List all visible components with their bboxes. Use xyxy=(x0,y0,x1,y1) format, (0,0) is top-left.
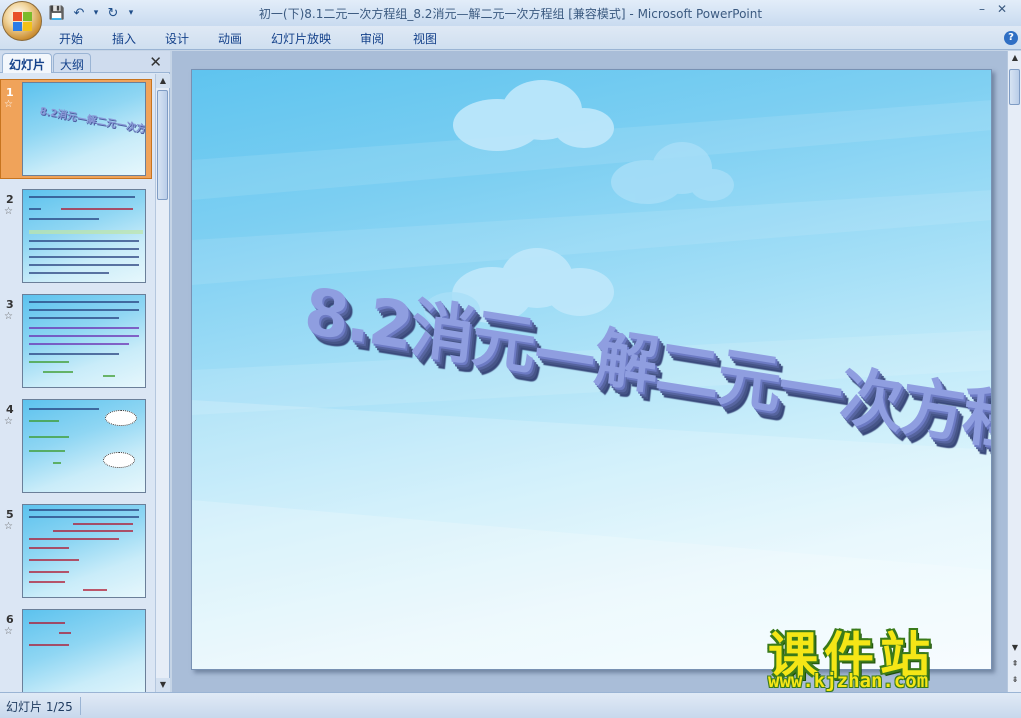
slide-thumbnail-6[interactable]: 6 ☆ xyxy=(0,609,154,692)
editor-scrollbar[interactable]: ▲ ▼ ⇞ ⇟ xyxy=(1007,51,1021,692)
slide-thumbnail-3[interactable]: 3 ☆ xyxy=(0,294,154,390)
slide-canvas[interactable]: 8.2消元—解二元一次方程组 xyxy=(191,69,992,670)
scroll-up-icon[interactable]: ▲ xyxy=(156,74,170,88)
slide-thumbnail-1[interactable]: 1 ☆ 8.2消元—解二元一次方程组 xyxy=(0,79,154,182)
slide-number: 2 xyxy=(6,193,14,206)
office-button[interactable] xyxy=(2,1,42,41)
slide-number: 5 xyxy=(6,508,14,521)
tab-insert[interactable]: 插入 xyxy=(112,30,136,47)
scroll-down-icon[interactable]: ▼ xyxy=(156,678,170,692)
office-logo-icon xyxy=(13,12,33,32)
animation-star-icon: ☆ xyxy=(4,626,13,637)
scroll-thumb[interactable] xyxy=(157,90,168,200)
close-button[interactable]: ✕ xyxy=(997,2,1007,16)
tab-home[interactable]: 开始 xyxy=(59,30,83,47)
thumbnail-list: 1 ☆ 8.2消元—解二元一次方程组 2 ☆ 3 ☆ 4 ☆ 5 ☆ 6 ☆ xyxy=(0,74,154,692)
thumbnail-title: 8.2消元—解二元一次方程组 xyxy=(38,105,146,139)
watermark-url: www.kjzhan.com xyxy=(768,670,929,692)
previous-slide-icon[interactable]: ⇞ xyxy=(1008,657,1021,671)
minimize-button[interactable]: – xyxy=(979,2,985,16)
slide-number: 6 xyxy=(6,613,14,626)
thumbnail-scrollbar[interactable]: ▲ ▼ xyxy=(155,74,170,692)
tab-outline[interactable]: 大纲 xyxy=(53,53,92,73)
animation-star-icon: ☆ xyxy=(4,416,13,427)
slide-number: 3 xyxy=(6,298,14,311)
close-pane-icon[interactable]: ✕ xyxy=(149,53,162,71)
animation-star-icon: ☆ xyxy=(4,99,13,110)
slides-pane: 幻灯片 大纲 ✕ 1 ☆ 8.2消元—解二元一次方程组 2 ☆ 3 ☆ 4 ☆ … xyxy=(0,51,170,692)
title-bar: 💾 ↶ ▾ ↻ ▾ 初一(下)8.1二元一次方程组_8.2消元—解二元一次方程组… xyxy=(0,0,1021,41)
thumbnail-image xyxy=(22,189,146,283)
thumbnail-image xyxy=(22,609,146,692)
watermark: 课件站 www.kjzhan.com xyxy=(768,616,1008,694)
window-title: 初一(下)8.1二元一次方程组_8.2消元—解二元一次方程组 [兼容模式] - … xyxy=(258,7,763,21)
slide-editor: 8.2消元—解二元一次方程组 xyxy=(172,51,1007,692)
animation-star-icon: ☆ xyxy=(4,311,13,322)
scroll-up-icon[interactable]: ▲ xyxy=(1008,51,1021,65)
thumbnail-image xyxy=(22,504,146,598)
tab-review[interactable]: 审阅 xyxy=(360,30,384,47)
thumbnail-image: 8.2消元—解二元一次方程组 xyxy=(22,82,146,176)
status-separator xyxy=(80,697,81,715)
tab-view[interactable]: 视图 xyxy=(413,30,437,47)
slide-thumbnail-4[interactable]: 4 ☆ xyxy=(0,399,154,495)
window-controls: – ✕ xyxy=(979,2,1007,16)
tab-design[interactable]: 设计 xyxy=(165,30,189,47)
animation-star-icon: ☆ xyxy=(4,206,13,217)
slide-thumbnail-2[interactable]: 2 ☆ xyxy=(0,189,154,285)
scroll-thumb[interactable] xyxy=(1009,69,1020,105)
status-bar: 幻灯片 1/25 xyxy=(0,692,1021,718)
slide-thumbnail-5[interactable]: 5 ☆ xyxy=(0,504,154,600)
tab-animation[interactable]: 动画 xyxy=(218,30,242,47)
tab-slideshow[interactable]: 幻灯片放映 xyxy=(271,30,331,47)
ribbon-tabs: 开始 插入 设计 动画 幻灯片放映 审阅 视图 ? xyxy=(0,26,1021,50)
scroll-down-icon[interactable]: ▼ xyxy=(1008,641,1021,655)
tab-slides[interactable]: 幻灯片 xyxy=(2,53,53,73)
help-icon[interactable]: ? xyxy=(1004,31,1018,45)
pane-tab-strip: 幻灯片 大纲 ✕ xyxy=(0,51,170,73)
next-slide-icon[interactable]: ⇟ xyxy=(1008,673,1021,687)
slide-number: 4 xyxy=(6,403,14,416)
animation-star-icon: ☆ xyxy=(4,521,13,532)
slide-number: 1 xyxy=(6,86,14,99)
thumbnail-image xyxy=(22,399,146,493)
thumbnail-image xyxy=(22,294,146,388)
slide-counter: 幻灯片 1/25 xyxy=(6,700,73,714)
